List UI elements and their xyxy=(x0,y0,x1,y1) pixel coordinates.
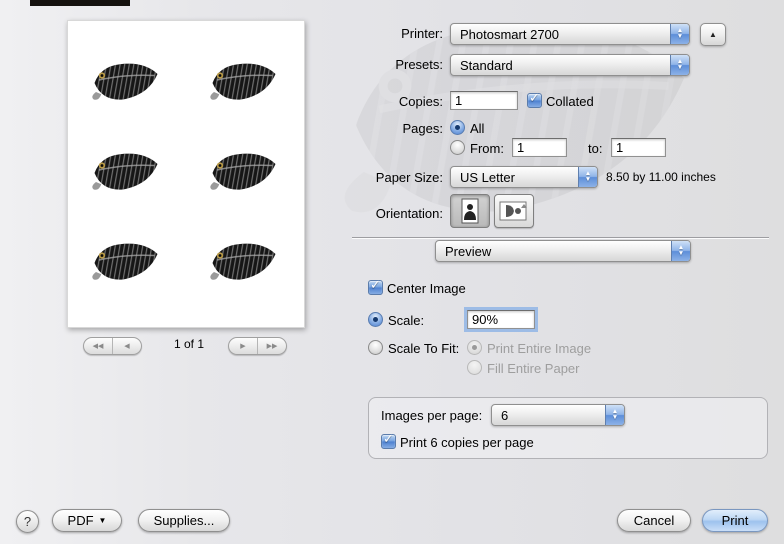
landscape-icon xyxy=(499,201,527,221)
preview-fish-image xyxy=(206,59,282,107)
fill-entire-paper-radio[interactable] xyxy=(467,360,482,375)
previous-page-button[interactable]: ◀ xyxy=(112,338,141,354)
scale-input[interactable] xyxy=(467,310,535,329)
preview-fish-image xyxy=(88,149,164,197)
first-page-icon: ◀◀ xyxy=(92,343,104,350)
presets-select[interactable]: Standard ▲ ▼ xyxy=(450,54,690,76)
paper-size-select[interactable]: US Letter ▲ ▼ xyxy=(450,166,598,188)
printer-expand-button[interactable]: ▲ xyxy=(700,23,726,46)
pdf-label: PDF xyxy=(67,513,94,528)
orientation-portrait-button[interactable] xyxy=(450,194,490,228)
portrait-icon xyxy=(461,198,479,224)
presets-value: Standard xyxy=(460,57,513,73)
print-entire-image-radio[interactable] xyxy=(467,340,482,355)
section-divider xyxy=(352,237,769,239)
popup-arrows-icon: ▲ ▼ xyxy=(671,241,690,261)
preview-fish-image xyxy=(88,239,164,287)
center-image-label: Center Image xyxy=(387,281,466,296)
help-button[interactable]: ? xyxy=(16,510,39,533)
pages-from-input[interactable] xyxy=(512,138,567,157)
orientation-landscape-button[interactable] xyxy=(494,194,534,228)
background-window-edge xyxy=(30,0,130,6)
popup-arrows-icon: ▲ ▼ xyxy=(670,55,689,75)
paper-size-detail: 8.50 by 11.00 inches xyxy=(606,170,716,184)
preview-fish-image xyxy=(206,239,282,287)
images-per-page-select[interactable]: 6 ▲ ▼ xyxy=(491,404,625,426)
last-page-button[interactable]: ▶▶ xyxy=(257,338,286,354)
paper-size-value: US Letter xyxy=(460,169,515,185)
supplies-button[interactable]: Supplies... xyxy=(138,509,230,532)
checkmark-icon: ✓ xyxy=(383,431,394,446)
scale-to-fit-label: Scale To Fit: xyxy=(388,341,460,356)
print-copies-checkbox[interactable]: ✓ xyxy=(381,431,396,449)
print-entire-image-label: Print Entire Image xyxy=(487,341,592,356)
print-label: Print xyxy=(721,513,749,528)
cancel-label: Cancel xyxy=(633,513,675,528)
pane-selector-value: Preview xyxy=(445,243,492,259)
next-page-button[interactable]: ▶ xyxy=(229,338,257,354)
center-image-checkbox[interactable]: ✓ xyxy=(368,277,383,295)
print-button[interactable]: Print xyxy=(702,509,768,532)
next-page-icon: ▶ xyxy=(240,343,246,350)
popup-arrows-icon: ▲ ▼ xyxy=(670,24,689,44)
scale-radio[interactable] xyxy=(368,312,383,327)
last-page-icon: ▶▶ xyxy=(266,343,278,350)
popup-arrows-icon: ▲ ▼ xyxy=(578,167,597,187)
preview-fish-image xyxy=(88,59,164,107)
orientation-label: Orientation: xyxy=(375,206,443,221)
previous-page-icon: ◀ xyxy=(124,343,130,350)
supplies-label: Supplies... xyxy=(153,513,215,528)
preview-nav-forward-group: ▶ ▶▶ xyxy=(228,337,287,355)
checkmark-icon: ✓ xyxy=(370,277,381,292)
scale-to-fit-radio[interactable] xyxy=(368,340,383,355)
collated-label: Collated xyxy=(546,94,594,109)
pages-all-label: All xyxy=(470,121,485,136)
fill-entire-paper-label: Fill Entire Paper xyxy=(487,361,580,376)
pdf-menu-button[interactable]: PDF ▼ xyxy=(52,509,122,532)
copies-label: Copies: xyxy=(398,94,443,109)
scale-label: Scale: xyxy=(388,313,425,328)
page-indicator: 1 of 1 xyxy=(173,337,205,351)
images-per-page-panel: Images per page: 6 ▲ ▼ ✓ Print 6 copies p… xyxy=(368,397,768,459)
pages-from-label: From: xyxy=(470,141,504,156)
pages-to-label: to: xyxy=(588,141,603,156)
pane-selector[interactable]: Preview ▲ ▼ xyxy=(435,240,691,262)
chevron-down-icon: ▼ xyxy=(98,516,107,525)
print-copies-label: Print 6 copies per page xyxy=(400,435,534,450)
checkmark-icon: ✓ xyxy=(529,90,540,105)
paper-size-label: Paper Size: xyxy=(375,170,443,185)
copies-input[interactable] xyxy=(450,91,518,110)
print-preview-page xyxy=(67,20,305,328)
preview-fish-image xyxy=(206,149,282,197)
popup-arrows-icon: ▲ ▼ xyxy=(605,405,624,425)
print-dialog: ◀◀ ◀ 1 of 1 ▶ ▶▶ Printer: Photosmart 270… xyxy=(0,0,784,544)
collated-checkbox[interactable]: ✓ xyxy=(527,90,542,108)
printer-value: Photosmart 2700 xyxy=(460,26,560,42)
printer-select[interactable]: Photosmart 2700 ▲ ▼ xyxy=(450,23,690,45)
presets-label: Presets: xyxy=(395,57,443,72)
pages-label: Pages: xyxy=(402,121,443,136)
pages-from-radio[interactable] xyxy=(450,140,465,155)
printer-label: Printer: xyxy=(401,26,443,41)
up-arrow-icon: ▲ xyxy=(709,30,717,39)
pages-to-input[interactable] xyxy=(611,138,666,157)
preview-nav-back-group: ◀◀ ◀ xyxy=(83,337,142,355)
first-page-button[interactable]: ◀◀ xyxy=(84,338,112,354)
pages-all-radio[interactable] xyxy=(450,120,465,135)
help-icon: ? xyxy=(23,514,32,529)
cancel-button[interactable]: Cancel xyxy=(617,509,691,532)
images-per-page-label: Images per page: xyxy=(381,408,483,423)
